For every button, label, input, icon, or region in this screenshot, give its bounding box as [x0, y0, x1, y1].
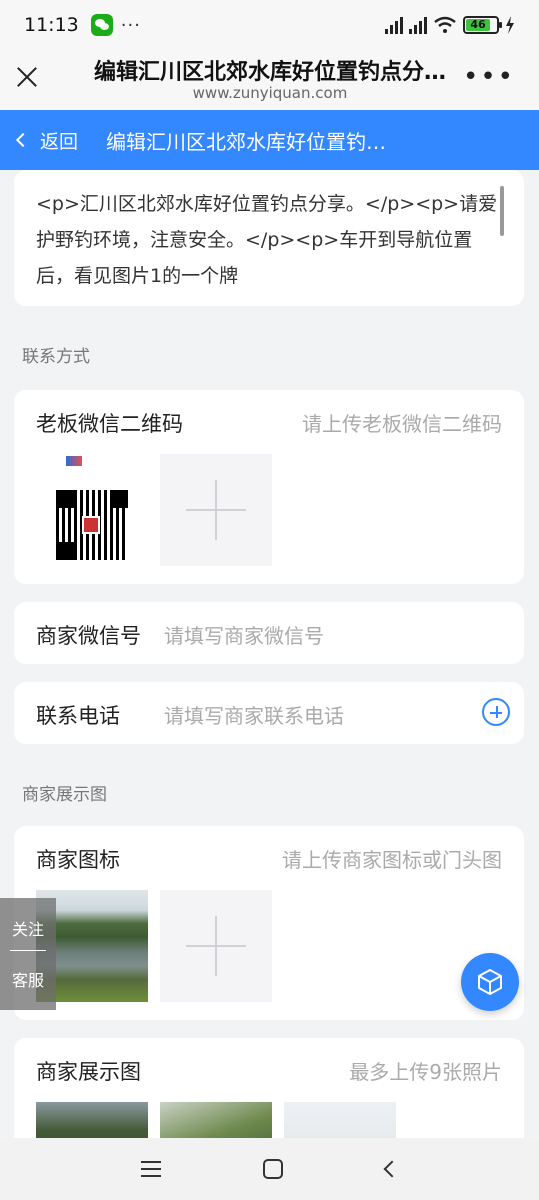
qr-header-logo: [66, 456, 82, 466]
gallery-photo[interactable]: [36, 1102, 148, 1138]
close-icon[interactable]: [12, 62, 42, 92]
signal-icon: [409, 16, 427, 34]
browser-nav-bar: 编辑汇川区北郊水库好位置钓点分… www.zunyiquan.com •••: [0, 50, 539, 110]
qr-hint: 请上传老板微信二维码: [302, 412, 502, 436]
gallery-label: 商家展示图: [36, 1060, 141, 1084]
qr-label: 老板微信二维码: [36, 412, 183, 436]
gallery-hint: 最多上传9张照片: [349, 1060, 502, 1084]
display-section-title: 商家展示图: [22, 785, 107, 805]
textarea-scrollbar[interactable]: [500, 186, 504, 236]
page-title: 编辑汇川区北郊水库好位置钓点分…: [93, 60, 446, 85]
battery-level: 46: [466, 19, 490, 31]
gallery-photo[interactable]: [160, 1102, 272, 1138]
system-nav-bar: [0, 1138, 539, 1200]
store-icon-card: 商家图标 请上传商家图标或门头图: [14, 826, 524, 1020]
store-icon-upload-button[interactable]: [160, 890, 272, 1002]
wechat-id-row: 商家微信号 请填写商家微信号: [14, 602, 524, 664]
qr-code-image[interactable]: [36, 454, 148, 566]
battery-icon: 46: [463, 16, 502, 34]
back-icon[interactable]: [383, 1160, 401, 1178]
charging-icon: [506, 16, 514, 34]
qr-center-avatar: [82, 516, 100, 534]
page-url: www.zunyiquan.com: [192, 84, 348, 102]
cube-icon: [478, 969, 502, 995]
menu-icon[interactable]: [141, 1161, 162, 1177]
qr-upload-card: 老板微信二维码 请上传老板微信二维码: [14, 390, 524, 584]
more-notifications-icon: ···: [120, 14, 141, 36]
signal-icon: [385, 16, 403, 34]
wifi-icon: [434, 16, 456, 33]
back-button[interactable]: 返回: [0, 127, 78, 154]
app-header: 返回 编辑汇川区北郊水库好位置钓…: [0, 110, 539, 170]
customer-service-button[interactable]: 客服: [0, 951, 56, 991]
wechat-id-input[interactable]: 请填写商家微信号: [164, 620, 324, 649]
gallery-card: 商家展示图 最多上传9张照片: [14, 1038, 524, 1138]
description-card: <p>汇川区北郊水库好位置钓点分享。</p><p>请爱护野钓环境，注意安全。</…: [14, 170, 524, 306]
form-content[interactable]: <p>汇川区北郊水库好位置钓点分享。</p><p>请爱护野钓环境，注意安全。</…: [0, 170, 539, 1138]
store-icon-label: 商家图标: [36, 848, 120, 872]
status-bar: 11:13 ··· 46: [0, 0, 539, 50]
phone-label: 联系电话: [36, 704, 120, 728]
chevron-left-icon: [15, 132, 31, 148]
cube-float-button[interactable]: [461, 953, 519, 1011]
phone-row: 联系电话 请填写商家联系电话: [14, 682, 524, 744]
wechat-id-label: 商家微信号: [36, 624, 141, 648]
contact-section-title: 联系方式: [22, 347, 90, 367]
add-phone-icon[interactable]: [482, 698, 510, 726]
follow-service-float[interactable]: 关注 客服: [0, 898, 56, 1010]
phone-input[interactable]: 请填写商家联系电话: [164, 700, 344, 729]
home-icon[interactable]: [263, 1159, 284, 1179]
status-indicators: 46: [385, 16, 515, 34]
back-label: 返回: [40, 130, 79, 153]
gallery-photo[interactable]: [284, 1102, 396, 1138]
header-title: 编辑汇川区北郊水库好位置钓…: [106, 129, 387, 154]
status-time: 11:13: [24, 14, 79, 36]
wechat-notification-icon: [90, 14, 113, 36]
qr-upload-button[interactable]: [160, 454, 272, 566]
more-menu-icon[interactable]: •••: [463, 64, 515, 90]
follow-button[interactable]: 关注: [0, 898, 56, 940]
description-textarea[interactable]: <p>汇川区北郊水库好位置钓点分享。</p><p>请爱护野钓环境，注意安全。</…: [36, 186, 502, 294]
store-icon-hint: 请上传商家图标或门头图: [282, 848, 502, 872]
